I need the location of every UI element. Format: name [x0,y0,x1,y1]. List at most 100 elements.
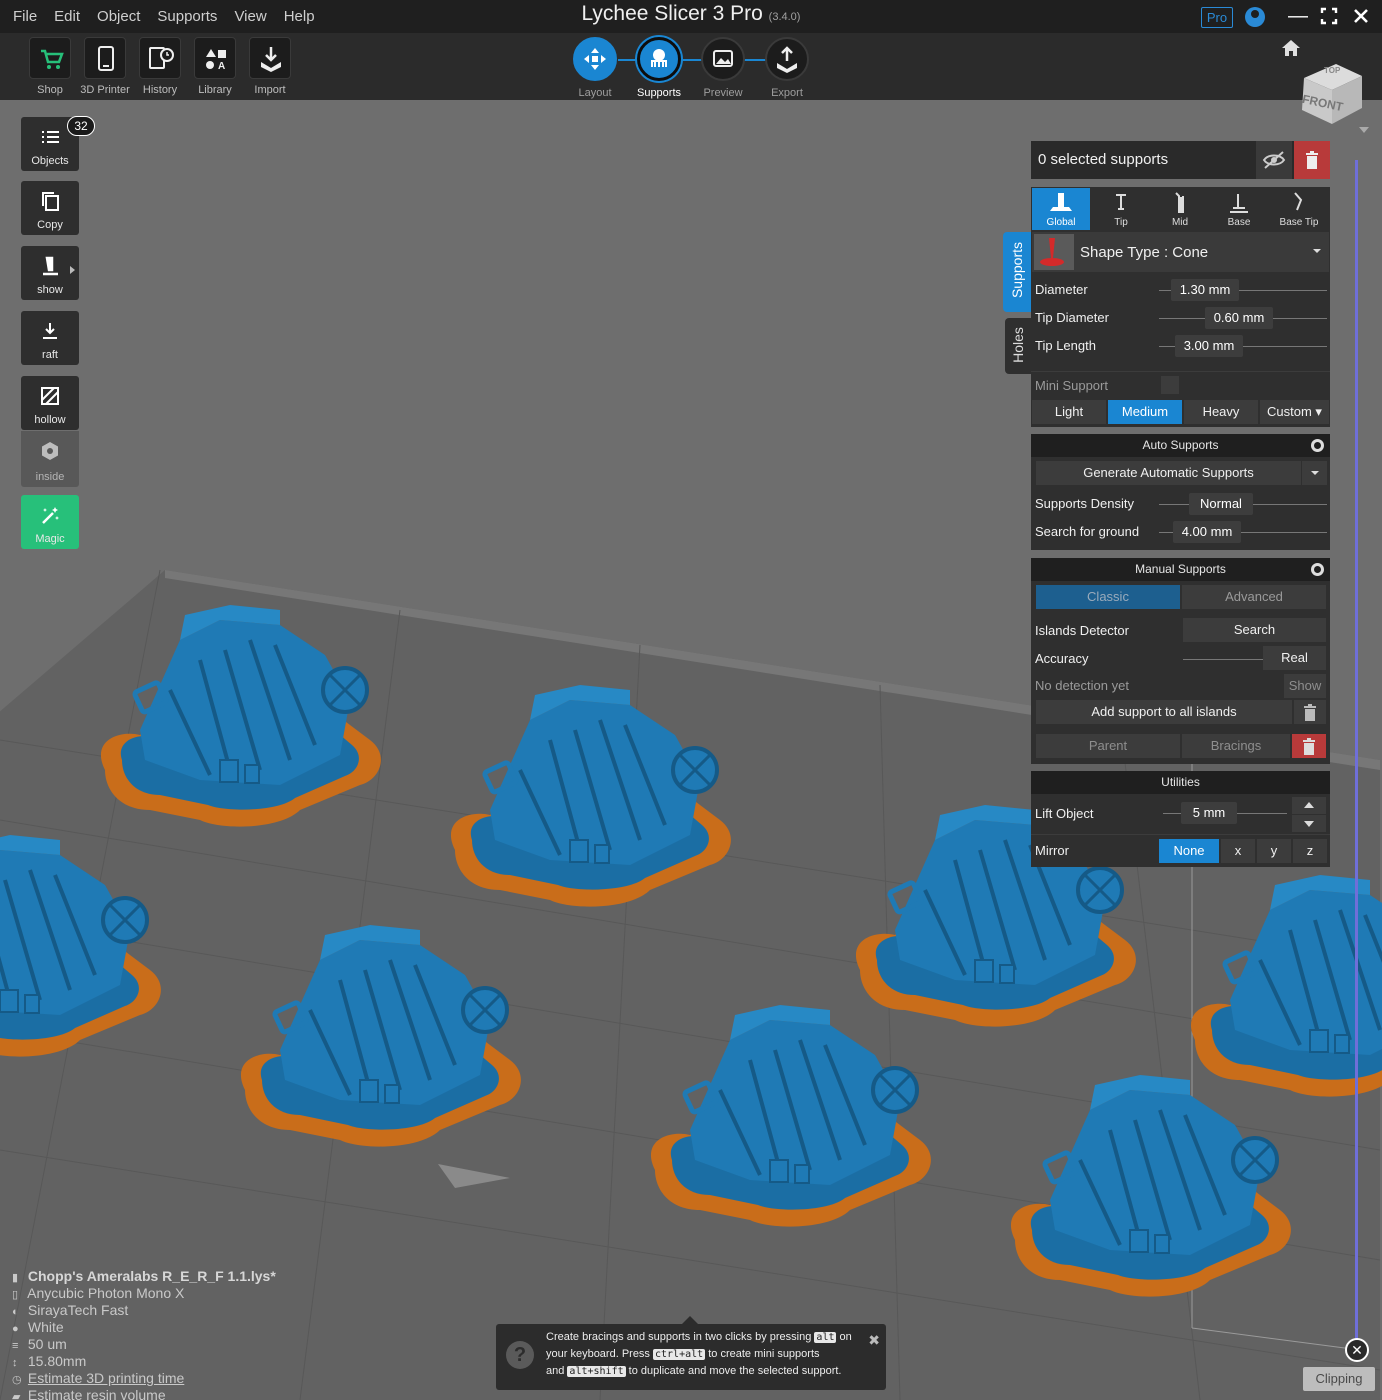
type-mid-label: Mid [1171,217,1189,228]
step-layout-label: Layout [578,87,612,99]
inside-icon [42,442,58,460]
supports-panel: Global Tip Mid Base Base Tip Shape Type … [1031,187,1330,427]
accuracy-slider-track[interactable] [1183,659,1263,660]
view-cube-top[interactable]: TOP [1324,66,1340,75]
search-ground-value[interactable]: 4.00 mm [1173,521,1241,543]
bracings-button[interactable]: Bracings [1182,734,1290,758]
layer-height-icon: ≡ [12,1340,19,1352]
mini-support-checkbox[interactable] [1161,376,1179,394]
history-button[interactable]: History [133,37,187,96]
mirror-x-button[interactable]: x [1221,839,1255,863]
view-cube-dropdown[interactable] [1359,127,1369,133]
copy-button[interactable]: Copy [21,181,79,235]
magic-button[interactable]: Magic [21,495,79,549]
delete-bracings-button[interactable] [1292,734,1326,758]
lift-decrement-button[interactable] [1292,815,1326,832]
preset-medium-button[interactable]: Medium [1108,400,1182,424]
objects-label: Objects [31,155,69,167]
estimate-time-link[interactable]: Estimate 3D printing time [28,1370,184,1386]
generate-options-dropdown[interactable] [1302,461,1327,485]
minimize-button[interactable]: — [1286,4,1310,28]
step-preview[interactable]: Preview [693,37,753,99]
menu-edit[interactable]: Edit [45,8,88,25]
hollow-button[interactable]: hollow [21,376,79,430]
step-supports[interactable]: Supports [629,37,689,99]
file-icon: ▮ [12,1272,19,1284]
cart-icon [29,37,71,79]
parent-button[interactable]: Parent [1036,734,1180,758]
chevron-up-icon [1304,802,1314,808]
user-account-icon[interactable] [1245,7,1265,27]
show-expand-arrow[interactable] [70,266,75,274]
tab-classic[interactable]: Classic [1036,585,1180,609]
print-height: 15.80mm [27,1353,87,1369]
delete-islands-supports-button[interactable] [1294,700,1326,724]
view-cube[interactable]: TOP FRONT [1296,60,1366,130]
clipping-button[interactable]: Clipping [1303,1367,1375,1391]
menu-object[interactable]: Object [88,8,148,25]
type-tip[interactable]: Tip [1092,188,1150,230]
app-title-text: Lychee Slicer 3 Pro [581,2,763,25]
step-export[interactable]: Export [757,37,817,99]
close-window-button[interactable] [1349,4,1373,28]
close-icon[interactable]: ✖ [868,1332,880,1349]
step-layout[interactable]: Layout [565,37,625,99]
mirror-z-button[interactable]: z [1293,839,1327,863]
clipping-slider-handle[interactable]: ✕ [1345,1338,1369,1362]
tab-holes[interactable]: Holes [1005,318,1031,374]
step-export-label: Export [771,87,803,99]
tip-diameter-value[interactable]: 0.60 mm [1205,307,1273,329]
step-supports-label: Supports [636,87,682,99]
supports-density-value[interactable]: Normal [1189,493,1253,515]
gear-icon[interactable] [1311,563,1324,576]
generate-auto-supports-button[interactable]: Generate Automatic Supports [1036,461,1301,485]
menu-help[interactable]: Help [275,8,323,25]
help-icon: ? [506,1341,534,1369]
library-button[interactable]: A Library [188,37,242,96]
show-supports-button[interactable]: show [21,246,79,300]
menu-file[interactable]: File [4,8,45,25]
import-icon [249,37,291,79]
mirror-none-button[interactable]: None [1159,839,1219,863]
tab-advanced[interactable]: Advanced [1182,585,1326,609]
islands-search-button[interactable]: Search [1183,618,1326,642]
preset-heavy-button[interactable]: Heavy [1184,400,1258,424]
printer-button[interactable]: 3D Printer [78,37,132,96]
menu-supports[interactable]: Supports [148,8,225,25]
menu-view[interactable]: View [225,8,274,25]
mirror-y-button[interactable]: y [1257,839,1291,863]
hide-supports-button[interactable] [1256,141,1292,179]
gear-icon[interactable] [1311,439,1324,452]
tip-length-label: Tip Length [1035,338,1096,353]
accuracy-value[interactable]: Real [1263,646,1326,670]
pro-badge[interactable]: Pro [1201,7,1233,28]
shape-type-select[interactable]: Shape Type : Cone [1032,232,1329,272]
add-support-all-islands-button[interactable]: Add support to all islands [1036,700,1292,724]
raft-button[interactable]: raft [21,311,79,365]
chevron-down-icon [1304,821,1314,827]
type-base[interactable]: Base [1210,188,1268,230]
inside-button[interactable]: inside [21,431,79,487]
type-global-label: Global [1046,217,1076,228]
maximize-button[interactable] [1317,4,1341,28]
chevron-down-icon [1311,471,1319,475]
shop-button[interactable]: Shop [23,37,77,96]
lift-object-value[interactable]: 5 mm [1181,802,1237,824]
type-mid[interactable]: Mid [1151,188,1209,230]
type-tip-label: Tip [1114,217,1128,228]
type-base-tip[interactable]: Base Tip [1269,188,1329,230]
app-version: (3.4.0) [768,11,801,23]
clipping-slider-track[interactable] [1355,160,1358,1340]
lift-increment-button[interactable] [1292,797,1326,814]
show-islands-button[interactable]: Show [1284,674,1326,698]
delete-selected-button[interactable] [1294,141,1330,179]
preset-light-button[interactable]: Light [1032,400,1106,424]
import-button[interactable]: Import [243,37,297,96]
type-global[interactable]: Global [1032,188,1090,230]
tip-length-value[interactable]: 3.00 mm [1175,335,1243,357]
auto-supports-title: Auto Supports [1031,434,1330,457]
estimate-volume-link[interactable]: Estimate resin volume [28,1387,166,1400]
diameter-value[interactable]: 1.30 mm [1171,279,1239,301]
preset-custom-button[interactable]: Custom ▾ [1260,400,1329,424]
tab-supports[interactable]: Supports [1003,232,1031,312]
